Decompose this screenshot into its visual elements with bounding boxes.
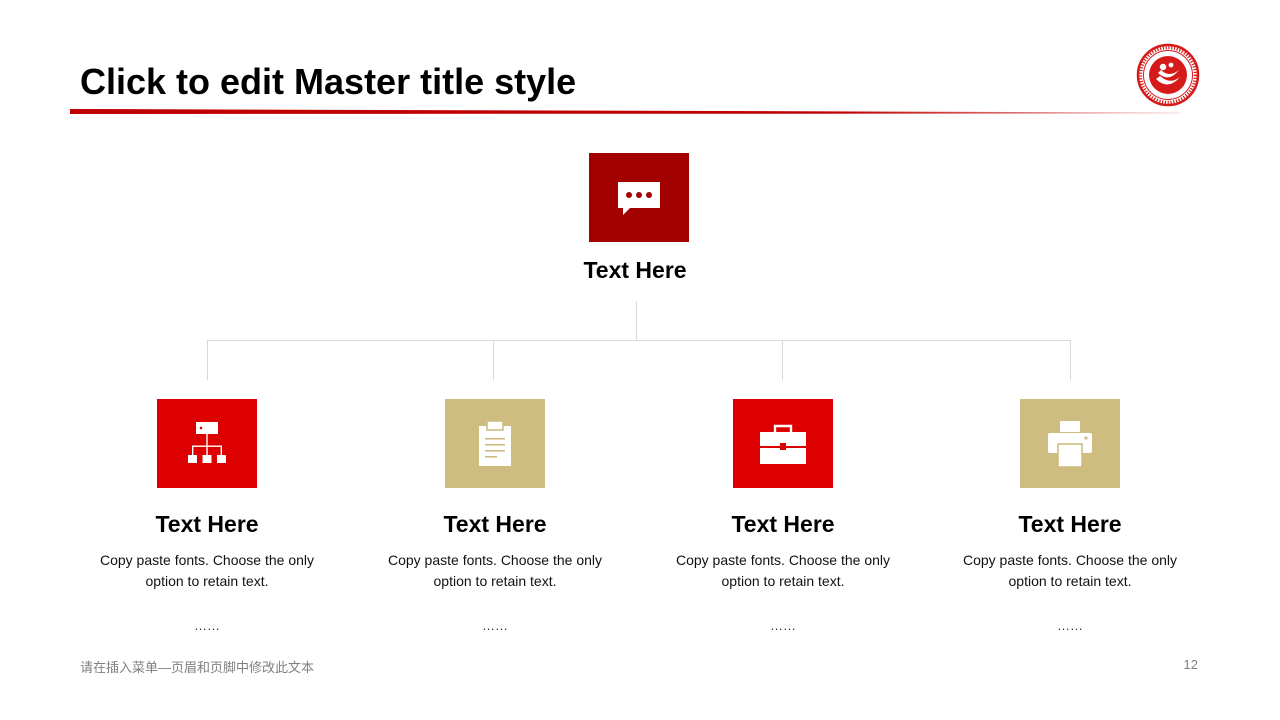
- item-2-desc[interactable]: Copy paste fonts. Choose the only option…: [375, 550, 615, 592]
- item-4-icon-box[interactable]: [1020, 399, 1120, 488]
- briefcase-icon: [760, 424, 806, 464]
- item-3-dots: ……: [770, 618, 796, 633]
- page-number: 12: [1183, 657, 1198, 672]
- org-chart-icon: [188, 421, 226, 463]
- item-2-dots: ……: [482, 618, 508, 633]
- printer-icon: [1048, 420, 1092, 468]
- item-3-desc[interactable]: Copy paste fonts. Choose the only option…: [663, 550, 903, 592]
- top-icon-box[interactable]: [589, 153, 689, 242]
- item-1-desc[interactable]: Copy paste fonts. Choose the only option…: [87, 550, 327, 592]
- item-4-dots: ……: [1057, 618, 1083, 633]
- school-logo-icon: [1136, 43, 1200, 107]
- chat-bubble-icon: [618, 181, 660, 215]
- item-2-icon-box[interactable]: [445, 399, 545, 488]
- top-label[interactable]: Text Here: [515, 256, 755, 284]
- connector-drop-4: [1070, 340, 1071, 380]
- connector-drop-3: [782, 340, 783, 380]
- slide-title[interactable]: Click to edit Master title style: [80, 60, 576, 104]
- item-2-label[interactable]: Text Here: [375, 510, 615, 538]
- item-1-label[interactable]: Text Here: [87, 510, 327, 538]
- item-1-icon-box[interactable]: [157, 399, 257, 488]
- item-3-label[interactable]: Text Here: [663, 510, 903, 538]
- item-4-label[interactable]: Text Here: [950, 510, 1190, 538]
- connector-drop-1: [207, 340, 208, 380]
- connector-drop-2: [493, 340, 494, 380]
- footer-text[interactable]: 请在插入菜单—页眉和页脚中修改此文本: [80, 657, 314, 676]
- connector-horizontal: [207, 340, 1071, 341]
- title-underline: [70, 109, 1180, 114]
- item-1-dots: ……: [194, 618, 220, 633]
- clipboard-icon: [479, 419, 511, 466]
- item-3-icon-box[interactable]: [733, 399, 833, 488]
- item-4-desc[interactable]: Copy paste fonts. Choose the only option…: [950, 550, 1190, 592]
- connector-vertical-top: [636, 301, 637, 341]
